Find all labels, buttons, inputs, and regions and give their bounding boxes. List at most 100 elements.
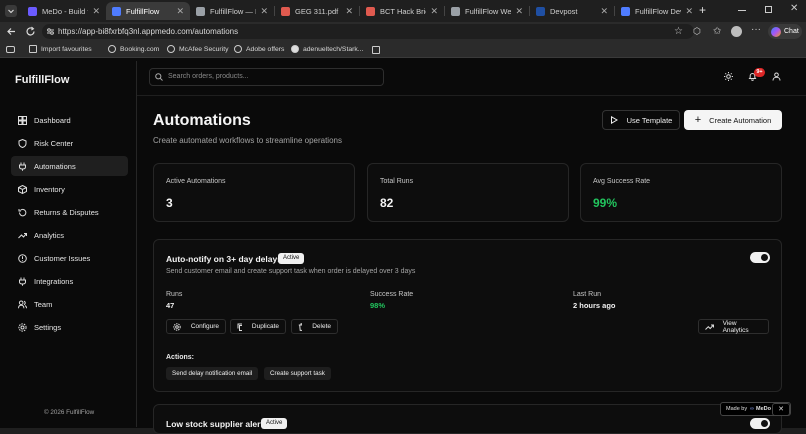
sidebar-item-risk-center[interactable]: Risk Center [11,133,128,153]
view-analytics-button[interactable]: View Analytics [698,319,769,334]
favorites-icon[interactable]: ✩ [713,26,721,37]
browser-tab[interactable]: FulfillFlow — Inven ✕ [190,2,274,20]
sidebar-item-team[interactable]: Team [11,294,128,314]
tab-title: FulfillFlow [126,6,160,16]
runs-value: 47 [166,301,175,310]
use-template-button[interactable]: Use Template [602,110,680,130]
trending-icon [18,232,27,238]
sidebar-item-customer-issues[interactable]: Customer Issues [11,248,128,268]
sidebar-item-label: Returns & Disputes [34,207,99,217]
alert-circle-icon [18,253,27,263]
maximize-icon[interactable] [765,6,772,13]
close-tab-icon[interactable]: ✕ [92,6,100,17]
stat-card-active-automations: Active Automations 3 [153,163,355,222]
url-input[interactable]: https://app-bi8fxrbfq3nl.appmedo.com/aut… [42,24,694,39]
browser-tab[interactable]: GEG 311.pdf ✕ [275,2,359,20]
close-tab-icon[interactable]: ✕ [430,6,438,17]
profile-avatar[interactable] [731,26,742,37]
sidebar-item-label: Inventory [34,184,65,194]
app-logo[interactable]: FulfillFlow [15,74,69,86]
action-chip: Create support task [264,367,331,380]
dashboard-icon [18,115,27,125]
close-tab-icon[interactable]: ✕ [685,6,693,17]
tab-group-icon[interactable] [6,46,15,53]
automation-enabled-toggle[interactable] [750,252,770,263]
tab-favicon-icon [196,6,205,16]
new-tab-plus-icon[interactable]: + [699,3,706,17]
tab-favicon-icon [281,6,290,16]
box-icon [18,184,27,194]
close-window-icon[interactable]: ✕ [790,3,798,14]
bookmark-item[interactable]: McAfee Security [167,45,228,53]
sidebar-item-inventory[interactable]: Inventory [11,179,128,199]
chat-button[interactable]: Chat [768,24,802,39]
tab-title: FulfillFlow Web App [465,6,512,16]
browser-tab[interactable]: MeDo - Build full-st ✕ [22,2,106,20]
tab-title: MeDo - Build full-st [42,6,88,16]
notification-count-badge: 9+ [754,68,765,77]
close-tab-icon[interactable]: ✕ [600,6,608,17]
users-icon [18,300,27,308]
browser-tab[interactable]: Devpost ✕ [530,2,614,20]
close-badge-icon[interactable]: ✕ [772,403,790,416]
close-tab-icon[interactable]: ✕ [515,6,523,17]
tab-actions-icon[interactable] [5,5,17,17]
tab-favicon-icon [28,6,37,16]
bookmark-label: Booking.com [120,45,160,53]
sidebar-item-dashboard[interactable]: Dashboard [11,110,128,130]
create-automation-label: Create Automation [709,115,772,125]
sidebar-item-label: Settings [34,322,62,332]
github-icon [291,45,299,53]
sidebar-item-analytics[interactable]: Analytics [11,225,128,245]
bookmark-item[interactable]: Booking.com [108,45,159,53]
search-input[interactable]: Search orders, products... [149,68,384,86]
close-tab-icon[interactable]: ✕ [176,6,184,17]
browser-tab[interactable]: FulfillFlow Web App ✕ [445,2,529,20]
close-tab-icon[interactable]: ✕ [260,6,268,17]
minimize-icon[interactable] [738,10,746,11]
browser-tab[interactable]: FulfillFlow Develop ✕ [615,2,699,20]
theme-toggle-sun-icon[interactable] [724,72,733,81]
delete-label: Delete [312,323,331,330]
favorite-star-icon[interactable]: ☆ [674,26,683,37]
automation-title: Auto-notify on 3+ day delays [166,254,282,264]
site-info-icon[interactable] [46,27,55,36]
configure-button[interactable]: Configure [166,319,226,334]
bookmark-folder-icon[interactable] [372,46,380,54]
sidebar-item-settings[interactable]: Settings [11,317,128,337]
sidebar-item-label: Team [34,299,53,309]
create-automation-button[interactable]: + Create Automation [684,110,782,130]
reload-icon[interactable] [25,26,36,37]
browser-tab-active[interactable]: FulfillFlow ✕ [106,2,190,20]
bookmark-item[interactable]: Import favourites [29,45,92,53]
sidebar-item-integrations[interactable]: Integrations [11,271,128,291]
stat-card-total-runs: Total Runs 82 [367,163,569,222]
sidebar-item-returns-disputes[interactable]: Returns & Disputes [11,202,128,222]
bookmark-label: adenueltech/Stark... [303,45,364,53]
view-analytics-label: View Analytics [722,319,749,334]
sidebar-item-label: Customer Issues [34,253,91,263]
delete-button[interactable]: Delete [291,319,338,334]
last-run-value: 2 hours ago [573,301,616,310]
page-subtitle: Create automated workflows to streamline… [153,136,342,145]
user-account-icon[interactable] [772,72,781,81]
plus-icon: + [694,114,702,126]
sidebar-item-automations[interactable]: Automations [11,156,128,176]
back-arrow-icon[interactable] [6,26,17,37]
tab-title: FulfillFlow — Inven [210,6,256,16]
bookmark-item[interactable]: Adobe offers [234,45,284,53]
globe-icon [167,45,175,53]
more-menu-icon[interactable]: ··· [751,24,761,35]
tab-title: Devpost [550,6,578,16]
duplicate-button[interactable]: Duplicate [230,319,286,334]
copy-icon [237,323,242,331]
close-tab-icon[interactable]: ✕ [345,6,353,17]
browser-tab[interactable]: BCT Hack Brief.pdf ✕ [360,2,444,20]
copyright-text: © 2026 FulfillFlow [44,409,95,416]
bookmark-item[interactable]: adenueltech/Stark... [291,45,363,53]
trending-icon [705,324,714,330]
status-badge: Active [261,418,288,429]
automation-enabled-toggle[interactable] [750,418,770,429]
extensions-icon[interactable]: ⬡ [693,26,701,37]
page-title: Automations [153,112,251,129]
